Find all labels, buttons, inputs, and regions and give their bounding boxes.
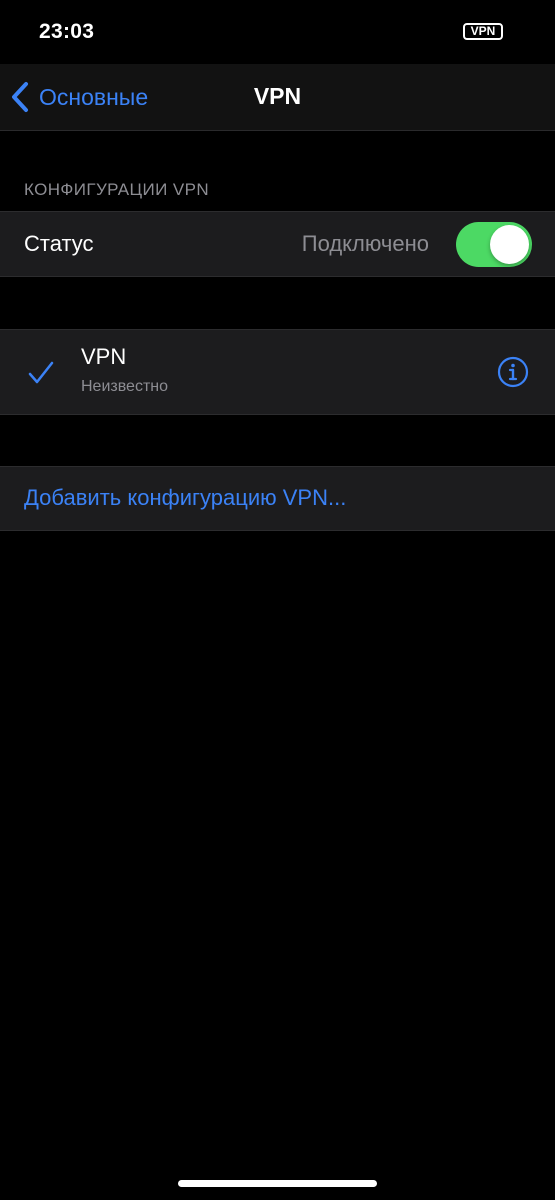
status-row: Статус Подключено (0, 211, 555, 277)
section-header: КОНФИГУРАЦИИ VPN (24, 180, 209, 199)
info-icon[interactable] (497, 356, 529, 388)
home-indicator[interactable] (178, 1180, 377, 1187)
status-time: 23:03 (39, 20, 95, 43)
toggle-knob (490, 225, 529, 264)
page-title: VPN (253, 83, 302, 109)
add-vpn-config-row[interactable]: Добавить конфигурацию VPN... (0, 466, 555, 531)
vpn-status-badge: VPN (463, 23, 503, 40)
checkmark-icon (28, 361, 54, 384)
vpn-config-subtitle: Неизвестно (81, 378, 169, 395)
status-bar: 23:03 VPN (0, 0, 555, 64)
vpn-toggle[interactable] (456, 222, 532, 267)
add-vpn-config-button[interactable]: Добавить конфигурацию VPN... (24, 485, 346, 511)
status-label: Статус (24, 231, 94, 256)
vpn-config-name: VPN (81, 344, 127, 369)
status-value: Подключено (301, 231, 429, 256)
vpn-config-row[interactable]: VPN Неизвестно (0, 329, 555, 415)
navigation-bar: Основные VPN (0, 64, 555, 131)
